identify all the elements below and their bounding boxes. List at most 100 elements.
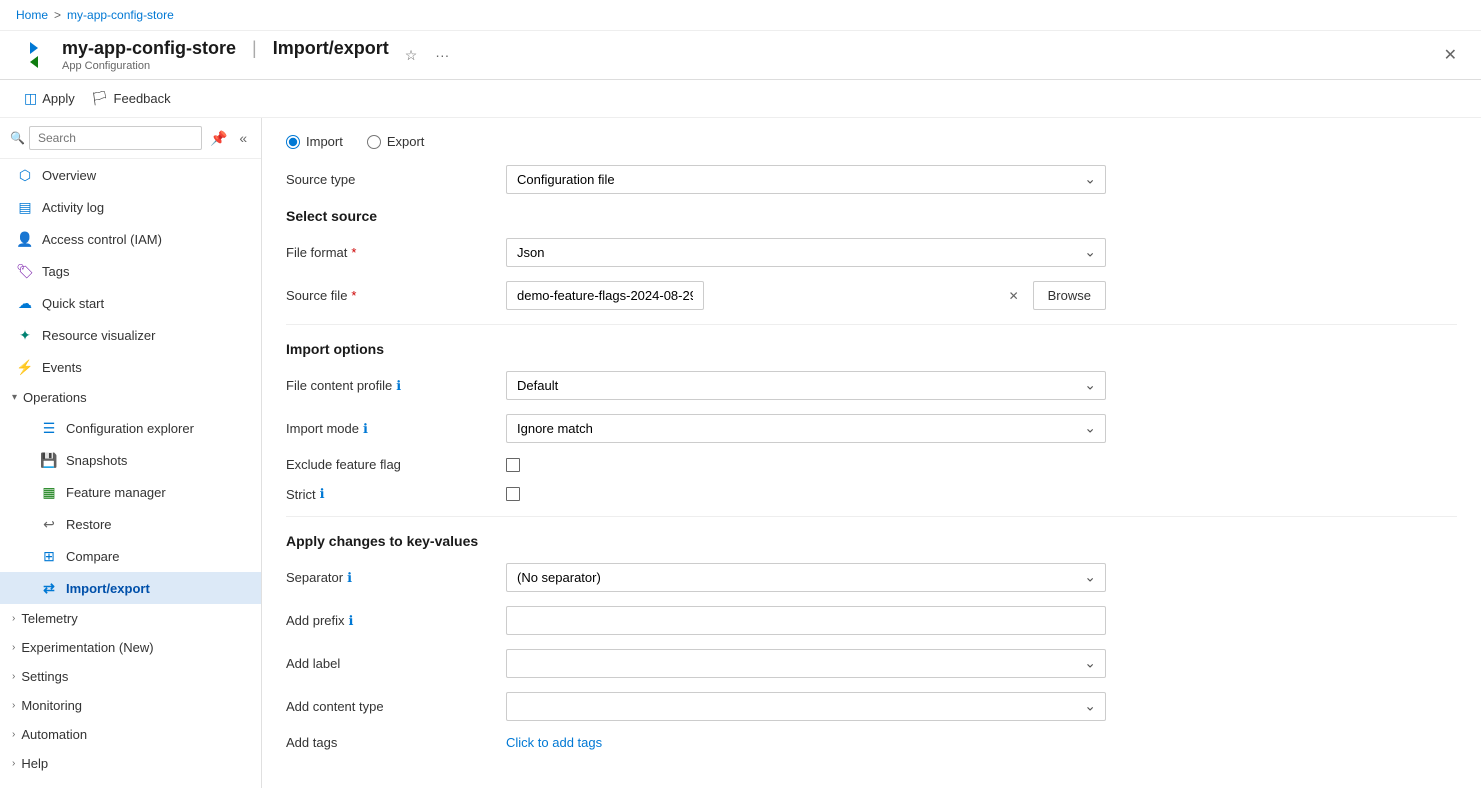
favorite-button[interactable]: ☆ xyxy=(401,45,422,66)
feedback-button[interactable]: 🏳 Feedback xyxy=(83,86,179,111)
sidebar-label-resource-visualizer: Resource visualizer xyxy=(42,328,245,343)
main-layout: 🔍 📌 « ⬡ Overview ▤ Activity log 👤 Access… xyxy=(0,118,1481,788)
separator-control: (No separator) . , ; - _ __ / : xyxy=(506,563,1106,592)
import-export-icon xyxy=(30,42,38,68)
breadcrumb-home[interactable]: Home xyxy=(16,8,48,22)
sidebar-item-activity-log[interactable]: ▤ Activity log xyxy=(0,191,261,223)
sidebar-section-monitoring[interactable]: › Monitoring xyxy=(0,691,261,720)
source-file-input[interactable] xyxy=(506,281,704,310)
file-format-label: File format * xyxy=(286,245,506,260)
restore-icon: ↩ xyxy=(40,515,58,533)
sidebar-section-operations[interactable]: ▾ Operations xyxy=(0,383,261,412)
more-options-button[interactable]: ··· xyxy=(431,45,453,65)
sidebar-section-help[interactable]: › Help xyxy=(0,749,261,778)
add-tags-row: Add tags Click to add tags xyxy=(286,735,1457,750)
sidebar-item-restore[interactable]: ↩ Restore xyxy=(0,508,261,540)
strict-label: Strict ℹ xyxy=(286,486,506,502)
import-mode-select[interactable]: Ignore match All xyxy=(506,414,1106,443)
import-mode-info-icon[interactable]: ℹ xyxy=(363,421,368,437)
file-content-profile-info-icon[interactable]: ℹ xyxy=(396,378,401,394)
sidebar-section-experimentation[interactable]: › Experimentation (New) xyxy=(0,633,261,662)
operations-chevron: ▾ xyxy=(12,392,17,403)
sidebar-section-monitoring-label: Monitoring xyxy=(21,698,82,713)
sidebar-item-quick-start[interactable]: ☁ Quick start xyxy=(0,287,261,319)
sidebar-section-telemetry[interactable]: › Telemetry xyxy=(0,604,261,633)
sidebar-item-resource-visualizer[interactable]: ✦ Resource visualizer xyxy=(0,319,261,351)
page-subtitle: App Configuration xyxy=(62,60,389,72)
sidebar-item-import-export[interactable]: ⇄ Import/export xyxy=(0,572,261,604)
breadcrumb-resource[interactable]: my-app-config-store xyxy=(67,8,174,22)
collapse-button[interactable]: « xyxy=(235,128,251,148)
sidebar-item-tags[interactable]: 🏷 Tags xyxy=(0,255,261,287)
sidebar-search-bar: 🔍 📌 « xyxy=(0,118,261,159)
divider-2 xyxy=(286,516,1457,517)
search-input[interactable] xyxy=(29,126,202,150)
search-icon: 🔍 xyxy=(10,131,25,145)
sidebar-item-feature-manager[interactable]: ▦ Feature manager xyxy=(0,476,261,508)
separator-info-icon[interactable]: ℹ xyxy=(347,570,352,586)
help-chevron: › xyxy=(12,758,15,769)
sidebar-label-quick-start: Quick start xyxy=(42,296,245,311)
file-content-profile-control: Default KVSet xyxy=(506,371,1106,400)
sidebar-section-settings[interactable]: › Settings xyxy=(0,662,261,691)
sidebar-label-overview: Overview xyxy=(42,168,245,183)
sidebar-label-import-export: Import/export xyxy=(66,581,245,596)
automation-chevron: › xyxy=(12,729,15,740)
sidebar-item-events[interactable]: ⚡ Events xyxy=(0,351,261,383)
resource-name: my-app-config-store xyxy=(62,38,236,59)
separator-label: Separator ℹ xyxy=(286,570,506,586)
add-content-type-select[interactable] xyxy=(506,692,1106,721)
sidebar-item-access-control[interactable]: 👤 Access control (IAM) xyxy=(0,223,261,255)
sidebar-section-help-label: Help xyxy=(21,756,48,771)
sidebar-item-snapshots[interactable]: 💾 Snapshots xyxy=(0,444,261,476)
import-mode-control: Ignore match All xyxy=(506,414,1106,443)
file-format-select[interactable]: Json Yaml Properties xyxy=(506,238,1106,267)
import-radio[interactable] xyxy=(286,135,300,149)
source-type-control: Configuration file App Configuration Azu… xyxy=(506,165,1106,194)
add-label-control xyxy=(506,649,1106,678)
add-label-select[interactable] xyxy=(506,649,1106,678)
exclude-feature-flag-checkbox[interactable] xyxy=(506,458,520,472)
sidebar-item-configuration-explorer[interactable]: ☰ Configuration explorer xyxy=(0,412,261,444)
source-type-row: Source type Configuration file App Confi… xyxy=(286,165,1457,194)
add-prefix-input[interactable] xyxy=(506,606,1106,635)
add-tags-label: Add tags xyxy=(286,735,506,750)
sidebar-section-automation-label: Automation xyxy=(21,727,87,742)
pin-button[interactable]: 📌 xyxy=(206,128,231,149)
import-radio-label[interactable]: Import xyxy=(286,134,343,149)
separator-select[interactable]: (No separator) . , ; - _ __ / : xyxy=(506,563,1106,592)
add-prefix-info-icon[interactable]: ℹ xyxy=(349,613,354,629)
file-format-row: File format * Json Yaml Properties xyxy=(286,238,1457,267)
page-header: my-app-config-store | Import/export App … xyxy=(0,31,1481,80)
import-radio-text: Import xyxy=(306,134,343,149)
browse-button[interactable]: Browse xyxy=(1033,281,1106,310)
source-file-control: ✕ Browse xyxy=(506,281,1106,310)
export-radio-label[interactable]: Export xyxy=(367,134,425,149)
sidebar-item-overview[interactable]: ⬡ Overview xyxy=(0,159,261,191)
strict-info-icon[interactable]: ℹ xyxy=(320,486,325,502)
feedback-icon: 🏳 xyxy=(91,90,109,107)
quick-start-icon: ☁ xyxy=(16,294,34,312)
strict-control xyxy=(506,487,520,501)
add-label-row: Add label xyxy=(286,649,1457,678)
strict-checkbox[interactable] xyxy=(506,487,520,501)
app-icon xyxy=(16,37,52,73)
compare-icon: ⊞ xyxy=(40,547,58,565)
file-input-wrapper: ✕ xyxy=(506,281,1025,310)
export-radio[interactable] xyxy=(367,135,381,149)
sidebar-item-compare[interactable]: ⊞ Compare xyxy=(0,540,261,572)
sidebar-label-restore: Restore xyxy=(66,517,245,532)
file-content-profile-select[interactable]: Default KVSet xyxy=(506,371,1106,400)
sidebar-section-automation[interactable]: › Automation xyxy=(0,720,261,749)
content-area: Import Export Source type Configuration … xyxy=(262,118,1481,788)
header-actions: ☆ ··· xyxy=(401,45,454,66)
close-button[interactable]: ✕ xyxy=(1436,41,1465,69)
config-explorer-icon: ☰ xyxy=(40,419,58,437)
access-control-icon: 👤 xyxy=(16,230,34,248)
source-type-select[interactable]: Configuration file App Configuration Azu… xyxy=(506,165,1106,194)
add-content-type-label: Add content type xyxy=(286,699,506,714)
file-clear-button[interactable]: ✕ xyxy=(1009,289,1019,303)
sidebar: 🔍 📌 « ⬡ Overview ▤ Activity log 👤 Access… xyxy=(0,118,262,788)
add-tags-link[interactable]: Click to add tags xyxy=(506,735,602,750)
apply-button[interactable]: ◫ Apply xyxy=(16,86,83,111)
